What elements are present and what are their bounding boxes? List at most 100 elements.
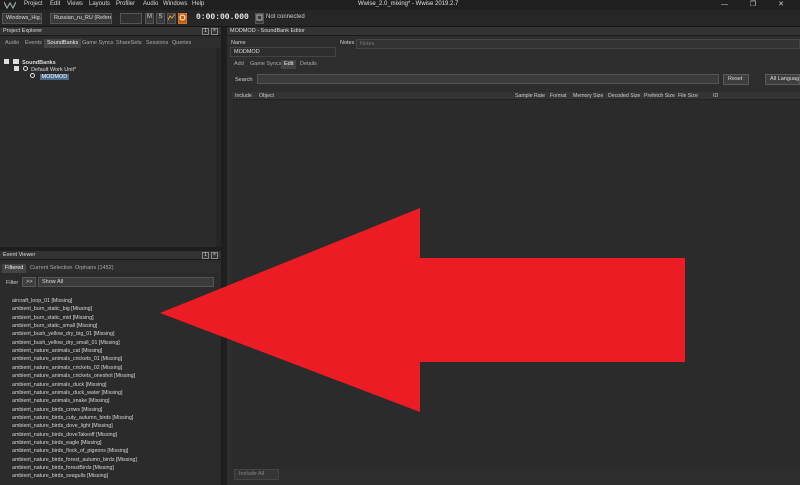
connection-status: Not connected	[266, 14, 305, 20]
column-memory-size[interactable]: Memory Size	[573, 93, 603, 99]
tab-current-selection[interactable]: Current Selection	[27, 264, 76, 273]
soundbank-editor-title: MODMOD - SoundBank Editor	[230, 28, 305, 34]
list-item[interactable]: ambient_burn_static_mid [Missing]	[12, 315, 94, 321]
menu-audio[interactable]: Audio	[143, 1, 158, 7]
project-explorer-header: Project Explorer	[0, 27, 221, 36]
menu-project[interactable]: Project	[24, 1, 43, 7]
tab-game-syncs[interactable]: Game Syncs	[247, 60, 284, 69]
folder-icon	[12, 59, 19, 64]
tab-game-syncs[interactable]: Game Syncs	[79, 39, 116, 48]
work-unit-icon	[22, 66, 28, 71]
list-item[interactable]: ambient_burn_static_small [Missing]	[12, 323, 97, 329]
tab-filtered[interactable]: Filtered	[2, 264, 27, 273]
tab-soundbanks[interactable]: SoundBanks	[44, 39, 82, 48]
tab-audio[interactable]: Audio	[2, 39, 22, 48]
menu-windows[interactable]: Windows	[163, 1, 187, 7]
menu-views[interactable]: Views	[67, 1, 83, 7]
filter-dropdown[interactable]: Show All	[38, 277, 214, 287]
column-sample-rate[interactable]: Sample Rate	[515, 93, 545, 99]
language-dropdown[interactable]: All Languages	[765, 74, 800, 85]
column-format[interactable]: Format	[550, 93, 566, 99]
connect-icon[interactable]	[255, 13, 264, 24]
notes-field[interactable]: Notes	[356, 39, 800, 49]
search-input[interactable]	[257, 74, 719, 84]
tab-edit[interactable]: Edit	[281, 60, 297, 69]
tab-events[interactable]: Events	[22, 39, 45, 48]
tree-item-soundbanks[interactable]: SoundBanks	[4, 59, 56, 66]
tree-label-modmod: MODMOD	[39, 74, 70, 80]
language-dropdown[interactable]: Russian_ru_RU (Refere...	[50, 13, 112, 24]
reset-button[interactable]: Reset	[723, 74, 749, 85]
list-item[interactable]: ambient_nature_animals_duck_water [Missi…	[12, 390, 122, 396]
list-item[interactable]: aircraft_loop_01 [Missing]	[12, 298, 72, 304]
column-decoded-size[interactable]: Decoded Size	[608, 93, 640, 99]
list-item[interactable]: ambient_nature_birds_eagle [Missing]	[12, 440, 102, 446]
window-title: Wwise_2.0_mixing* - Wwise 2019.2.7	[358, 1, 459, 7]
event-list: aircraft_loop_01 [Missing] ambient_burn_s…	[0, 296, 220, 485]
menu-edit[interactable]: Edit	[50, 1, 60, 7]
table-body[interactable]	[232, 100, 800, 470]
list-item[interactable]: ambient_nature_animals_crickets_oneshot …	[12, 373, 135, 379]
column-object[interactable]: Object	[259, 93, 274, 99]
list-item[interactable]: ambient_burn_static_big [Missing]	[12, 306, 92, 312]
meter-icon[interactable]	[167, 13, 176, 24]
tab-queries[interactable]: Queries	[169, 39, 194, 48]
menu-help[interactable]: Help	[192, 1, 204, 7]
soundbank-icon	[30, 73, 35, 78]
list-item[interactable]: ambient_nature_birds_cuty_autumn_birds […	[12, 415, 133, 421]
capture-icon[interactable]	[178, 13, 187, 24]
expand-icon[interactable]	[4, 59, 9, 64]
toolbar: Windows_Hig... Russian_ru_RU (Refere... …	[0, 10, 800, 27]
expand-icon[interactable]	[14, 66, 19, 71]
list-item[interactable]: ambient_nature_birds_crows [Missing]	[12, 407, 102, 413]
event-viewer-title: Event Viewer	[3, 252, 36, 258]
notes-label: Notes	[340, 40, 355, 46]
column-file-size[interactable]: File Size	[678, 93, 698, 99]
list-item[interactable]: ambient_nature_birds_dove_light [Missing…	[12, 423, 113, 429]
name-field[interactable]: MODMOD	[230, 47, 336, 57]
list-item[interactable]: ambient_nature_animals_duck [Missing]	[12, 382, 107, 388]
column-id[interactable]: ID	[713, 93, 718, 99]
list-item[interactable]: ambient_nature_birds_seagulls [Missing]	[12, 473, 108, 479]
project-explorer-title: Project Explorer	[3, 28, 43, 34]
include-all-button[interactable]: Include All	[234, 469, 279, 480]
column-include[interactable]: Include	[235, 93, 252, 99]
project-explorer-panel: Project Explorer 1 × Audio Events SoundB…	[0, 27, 221, 247]
soundbank-editor-header: MODMOD - SoundBank Editor	[227, 27, 800, 36]
tab-sharesets[interactable]: ShareSets	[113, 39, 145, 48]
list-item[interactable]: ambient_nature_birds_doveTakeoff [Missin…	[12, 432, 117, 438]
event-viewer-header: Event Viewer	[0, 251, 221, 260]
event-viewer-tabs: Filtered Current Selection Orphans (1452…	[0, 263, 221, 273]
list-item[interactable]: ambient_bush_yellow_dry_big_01 [Missing]	[12, 331, 114, 337]
close-icon[interactable]: ×	[211, 252, 218, 259]
tree-item-work-unit[interactable]: Default Work Unit*	[14, 66, 76, 73]
close-icon[interactable]: ×	[211, 28, 218, 35]
pin-icon[interactable]: 1	[202, 252, 209, 259]
tab-orphans[interactable]: Orphans (1452)	[72, 264, 117, 273]
list-item[interactable]: ambient_nature_animals_cat [Missing]	[12, 348, 102, 354]
menu-layouts[interactable]: Layouts	[89, 1, 110, 7]
list-item[interactable]: ambient_nature_animals_snake [Missing]	[12, 398, 109, 404]
list-item[interactable]: ambient_nature_birds_flock_of_pigeons [M…	[12, 448, 128, 454]
menu-profiler[interactable]: Profiler	[116, 1, 135, 7]
list-item[interactable]: ambient_nature_birds_forestBirds [Missin…	[12, 465, 114, 471]
filter-expand-button[interactable]: >>	[22, 277, 37, 287]
tab-add[interactable]: Add	[231, 60, 247, 69]
tree-item-modmod[interactable]: MODMOD	[30, 73, 70, 80]
list-item[interactable]: ambient_bush_yellow_dry_small_01 [Missin…	[12, 340, 120, 346]
platform-dropdown[interactable]: Windows_Hig...	[2, 13, 42, 24]
mute-button[interactable]: M	[145, 13, 154, 24]
name-label: Name	[231, 40, 246, 46]
list-item[interactable]: ambient_nature_animals_crickets_01 [Miss…	[12, 356, 122, 362]
tab-sessions[interactable]: Sessions	[143, 39, 171, 48]
column-prefetch-size[interactable]: Prefetch Size	[644, 93, 675, 99]
search-label: Search	[235, 77, 253, 83]
list-item[interactable]: ambient_nature_birds_forest_autumn_birds…	[12, 457, 137, 463]
list-item[interactable]: ambient_nature_animals_crickets_02 [Miss…	[12, 365, 122, 371]
pin-icon[interactable]: 1	[202, 28, 209, 35]
solo-button[interactable]: S	[156, 13, 165, 24]
volume-field[interactable]	[120, 13, 142, 24]
window-controls[interactable]: — ❐ ✕	[721, 0, 794, 8]
tab-details[interactable]: Details	[297, 60, 320, 69]
menu-bar: Project Edit Views Layouts Profiler Audi…	[0, 0, 800, 10]
